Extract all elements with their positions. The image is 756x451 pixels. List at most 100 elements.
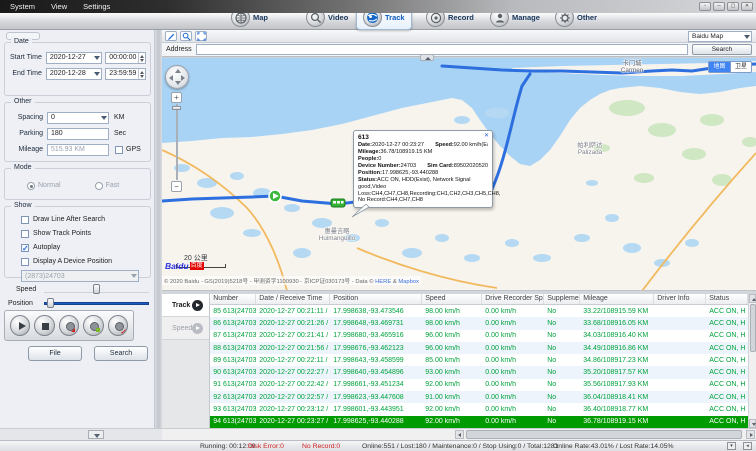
search-button[interactable]: Search	[94, 346, 148, 361]
show-track-points-checkbox[interactable]	[21, 230, 29, 238]
table-row[interactable]: 89 613(24703)2020-12-27 00:22:11 / 20217…	[210, 354, 748, 366]
draw-tool-button[interactable]	[165, 31, 177, 41]
column-header-4[interactable]: Drive Recorder Speed	[482, 294, 544, 304]
menu-view[interactable]: View	[51, 2, 67, 11]
table-cell: 0.00 km/h	[482, 308, 544, 315]
table-row[interactable]: 93 613(24703)2020-12-27 00:23:12 / 20217…	[210, 403, 748, 415]
spinner-arrows-icon[interactable]	[138, 69, 145, 79]
zoom-tool-button[interactable]	[180, 31, 192, 41]
column-header-1[interactable]: Date / Receive Time	[256, 294, 330, 304]
column-header-2[interactable]: Position	[330, 294, 422, 304]
vehicle-marker[interactable]	[331, 199, 345, 207]
stop-button[interactable]	[34, 315, 54, 336]
replay-button[interactable]: ✓	[108, 315, 128, 336]
vscroll-thumb[interactable]	[750, 304, 756, 352]
table-row[interactable]: 87 613(24703)2020-12-27 00:21:41 / 20217…	[210, 330, 748, 342]
vertical-splitter[interactable]	[155, 30, 162, 428]
spacing-select[interactable]: 0	[47, 112, 109, 124]
display-device-position-checkbox[interactable]	[21, 258, 29, 266]
mode-fast-radio[interactable]	[95, 182, 103, 190]
tab-track[interactable]: Track	[162, 294, 209, 317]
start-time-spinner[interactable]: 00:00:00	[105, 52, 146, 64]
mode-normal-radio[interactable]	[27, 182, 35, 190]
play-button[interactable]	[10, 315, 30, 336]
zoom-slider-thumb[interactable]	[172, 106, 181, 110]
map-search-button[interactable]: Search	[692, 44, 752, 55]
zoom-slider-track[interactable]	[176, 104, 178, 180]
popup-close-icon[interactable]: ✕	[484, 133, 489, 139]
hscroll-thumb[interactable]	[466, 430, 742, 439]
speed-slider-thumb[interactable]	[93, 284, 100, 294]
position-slider-thumb[interactable]	[47, 298, 54, 308]
table-cell: No	[544, 308, 580, 315]
spinner-arrows-icon[interactable]	[138, 53, 145, 63]
pan-right-icon[interactable]	[181, 75, 185, 81]
map-type-map-button[interactable]: 地图	[708, 61, 730, 73]
table-row[interactable]: 88 613(24703)2020-12-27 00:21:56 / 20217…	[210, 342, 748, 354]
menu-settings[interactable]: Settings	[83, 2, 110, 11]
table-horizontal-scrollbar[interactable]	[162, 429, 756, 440]
zoom-in-button[interactable]: +	[171, 92, 182, 103]
parking-input[interactable]	[51, 129, 108, 139]
device-select[interactable]: (2873)24703	[21, 270, 139, 282]
draw-line-checkbox[interactable]	[21, 216, 29, 224]
scroll-down-icon[interactable]	[749, 419, 756, 428]
status-collapse-icon[interactable]: ◂	[743, 442, 752, 450]
column-header-8[interactable]: Status	[706, 294, 748, 304]
status-tray-icon[interactable]: ▾	[727, 442, 736, 450]
address-label: Address	[166, 46, 192, 53]
collapse-address-panel-button[interactable]	[420, 54, 434, 61]
track-start-marker[interactable]	[269, 190, 281, 202]
here-link[interactable]: HERE	[375, 279, 391, 285]
pan-down-icon[interactable]	[175, 81, 181, 85]
mapbox-link[interactable]: Mapbox	[398, 279, 419, 285]
file-button[interactable]: File	[28, 346, 82, 361]
zoom-out-button[interactable]: −	[171, 181, 182, 192]
playback-panel: ✓	[4, 310, 134, 341]
map-type-satellite-button[interactable]: 卫星	[730, 61, 752, 73]
window-minimize-button[interactable]: ─	[713, 2, 725, 11]
table-vertical-scrollbar[interactable]	[748, 294, 756, 428]
end-time-spinner[interactable]: 23:59:59	[105, 68, 146, 80]
fullscreen-tool-button[interactable]	[195, 31, 207, 41]
map-pan-control[interactable]	[165, 65, 189, 89]
autoplay-checkbox[interactable]	[21, 244, 29, 252]
column-header-5[interactable]: Supplement	[544, 294, 580, 304]
tab-speed[interactable]: Speed	[162, 317, 209, 340]
window-maximize-button[interactable]: ▢	[727, 2, 739, 11]
table-row[interactable]: 91 613(24703)2020-12-27 00:22:42 / 20217…	[210, 379, 748, 391]
table-cell: 2020-12-27 00:22:27 / 202	[256, 369, 330, 376]
column-header-3[interactable]: Speed	[422, 294, 482, 304]
menu-system[interactable]: System	[10, 2, 35, 11]
table-row[interactable]: 86 613(24703)2020-12-27 00:21:26 / 20217…	[210, 317, 748, 329]
mileage-input[interactable]	[51, 145, 108, 155]
column-header-0[interactable]: Number	[210, 294, 256, 304]
column-header-7[interactable]: Driver Info	[654, 294, 706, 304]
pan-left-icon[interactable]	[169, 75, 173, 81]
table-row[interactable]: 90 613(24703)2020-12-27 00:22:27 / 20217…	[210, 366, 748, 378]
scroll-left-icon[interactable]	[455, 430, 464, 439]
map-canvas[interactable]: 卡门城Carmen 帕利萨达Palizada 惠曼吉略Huimanguillo …	[162, 57, 756, 290]
start-date-select[interactable]: 2020-12-27	[46, 52, 102, 64]
position-slider[interactable]	[44, 298, 151, 308]
table-cell: 36.04/108918.41 KM	[580, 394, 654, 401]
speed-slider[interactable]	[44, 284, 151, 294]
sidebar-mini-dropdown[interactable]	[88, 430, 104, 439]
map-provider-select[interactable]: Baidu Map	[688, 31, 752, 42]
pause-button[interactable]	[59, 315, 79, 336]
gps-checkbox[interactable]	[115, 146, 123, 154]
address-input[interactable]	[196, 44, 688, 55]
scroll-up-icon[interactable]	[749, 294, 756, 303]
step-button[interactable]	[83, 315, 103, 336]
window-close-button[interactable]: ✕	[741, 2, 753, 11]
app-window: System View Settings ▫ ─ ▢ ✕ Map Video T…	[0, 0, 756, 451]
end-date-select[interactable]: 2020-12-28	[46, 68, 102, 80]
table-row[interactable]: 85 613(24703)2020-12-27 00:21:11 / 20217…	[210, 305, 748, 317]
popup-date-line: Date:2020-12-27 00:23:27 Speed:92.00 km/…	[358, 142, 488, 149]
pan-up-icon[interactable]	[175, 69, 181, 73]
scroll-right-icon[interactable]	[746, 430, 755, 439]
table-row[interactable]: 94 613(24703)2020-12-27 00:23:27 / 20217…	[210, 416, 748, 428]
column-header-6[interactable]: Mileage	[580, 294, 654, 304]
window-pin-button[interactable]: ▫	[699, 2, 711, 11]
table-row[interactable]: 92 613(24703)2020-12-27 00:22:57 / 20217…	[210, 391, 748, 403]
